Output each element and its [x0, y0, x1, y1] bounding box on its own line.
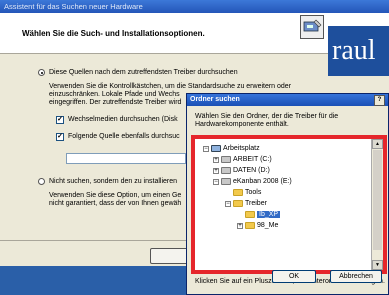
collapse-toggle-arbeitsplatz[interactable]: −	[203, 146, 209, 152]
tree-item-ekanban[interactable]: eKanban 2008 (E:)	[221, 177, 292, 186]
include-location-checkbox[interactable]: ✓	[56, 133, 64, 141]
folder-tree[interactable]: − Arbeitsplatz + ARBEIT (C:) + DATEN (D:…	[195, 139, 372, 270]
expand-toggle-daten[interactable]: +	[213, 168, 219, 174]
expand-toggle-arbeit[interactable]: +	[213, 157, 219, 163]
hardware-icon	[300, 15, 324, 39]
search-sources-radio[interactable]	[38, 69, 45, 76]
tree-item-me[interactable]: 98_Me	[245, 221, 278, 230]
option1-description-line3: eingegriffen. Der zutreffendste Treiber …	[49, 99, 182, 106]
search-sources-label: Diese Quellen nach dem zutreffendsten Tr…	[49, 69, 238, 76]
expand-toggle-me[interactable]: +	[237, 223, 243, 229]
browse-folder-dialog: Ordner suchen ? Wählen Sie den Ordner, d…	[186, 93, 389, 295]
tree-item-tools[interactable]: Tools	[233, 188, 261, 197]
computer-icon	[211, 144, 221, 152]
open-folder-icon	[233, 199, 243, 207]
tree-label-xp: Ib_XP	[257, 211, 281, 218]
dialog-title-bar: Ordner suchen	[187, 94, 388, 106]
folder-icon	[245, 210, 255, 218]
tree-label-arbeitsplatz: Arbeitsplatz	[223, 145, 260, 152]
scroll-up-button[interactable]: ▲	[372, 139, 383, 149]
dont-search-radio[interactable]	[38, 178, 45, 185]
scroll-down-button[interactable]: ▼	[372, 260, 383, 270]
include-location-label: Folgende Quelle ebenfalls durchsuc	[68, 133, 180, 140]
collapse-toggle-treiber[interactable]: −	[225, 201, 231, 207]
ok-button[interactable]: OK	[272, 270, 316, 283]
highlight-frame: − Arbeitsplatz + ARBEIT (C:) + DATEN (D:…	[191, 135, 387, 274]
dialog-description: Wählen Sie den Ordner, der die Treiber f…	[195, 113, 375, 129]
scroll-thumb[interactable]	[373, 150, 382, 250]
folder-icon	[245, 221, 255, 229]
folder-icon	[233, 188, 243, 196]
tree-label-daten: DATEN (D:)	[233, 167, 270, 174]
cd-drive-icon	[221, 177, 231, 185]
tree-item-daten[interactable]: DATEN (D:)	[221, 166, 270, 175]
help-button[interactable]: ?	[374, 95, 385, 106]
tree-item-arbeit[interactable]: ARBEIT (C:)	[221, 155, 272, 164]
tree-label-arbeit: ARBEIT (C:)	[233, 156, 272, 163]
wizard-title-bar: Assistent für das Suchen neuer Hardware	[0, 0, 389, 13]
dont-search-label: Nicht suchen, sondern den zu installiere…	[49, 178, 178, 185]
dialog-description-line1: Wählen Sie den Ordner, der die Treiber f…	[195, 113, 339, 120]
cancel-button[interactable]: Abbrechen	[330, 270, 382, 283]
collapse-toggle-ekanban[interactable]: −	[213, 179, 219, 185]
dialog-description-line2: Hardwarekomponente enthält.	[195, 121, 289, 128]
removable-media-label: Wechselmedien durchsuchen (Disk	[68, 116, 178, 123]
wizard-heading: Wählen Sie die Such- und Installationsop…	[22, 29, 205, 38]
option2-description-line2: nicht garantiert, dass der von Ihnen gew…	[49, 200, 182, 207]
tree-item-arbeitsplatz[interactable]: Arbeitsplatz	[211, 144, 260, 153]
tree-label-ekanban: eKanban 2008 (E:)	[233, 178, 292, 185]
removable-media-checkbox[interactable]: ✓	[56, 116, 64, 124]
tree-label-treiber: Treiber	[245, 200, 267, 207]
drive-icon	[221, 155, 231, 163]
tree-label-tools: Tools	[245, 189, 262, 196]
tree-scrollbar[interactable]: ▲ ▼	[372, 139, 383, 270]
dialog-title: Ordner suchen	[190, 96, 240, 103]
brand-logo: raul	[328, 26, 389, 76]
tree-item-xp[interactable]: Ib_XP	[245, 210, 281, 219]
drive-icon	[221, 166, 231, 174]
tree-label-me: 98_Me	[257, 222, 279, 229]
tree-item-treiber[interactable]: Treiber	[233, 199, 267, 208]
location-path-input[interactable]	[66, 153, 186, 164]
